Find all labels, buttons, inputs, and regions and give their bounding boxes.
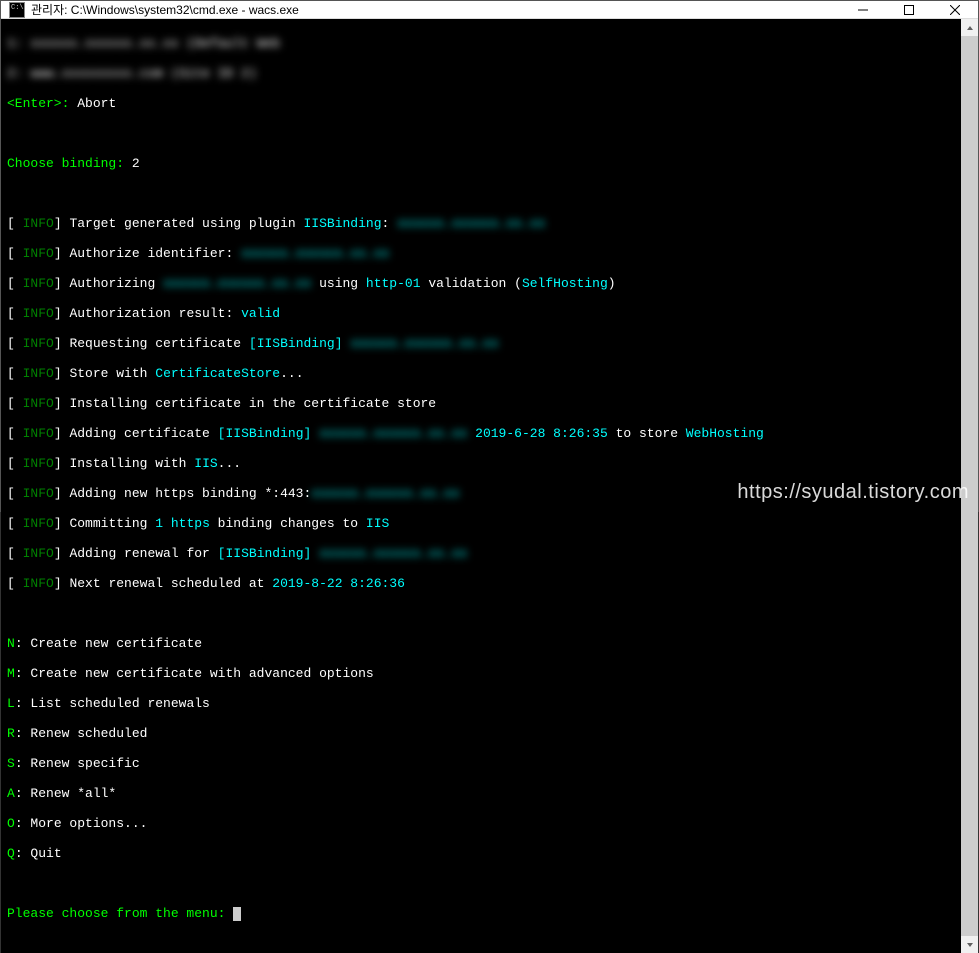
menu-line: A: Renew *all* (7, 786, 955, 801)
menu-line: N: Create new certificate (7, 636, 955, 651)
output-line (7, 606, 955, 621)
output-line: [ INFO] Adding certificate [IISBinding] … (7, 426, 955, 441)
output-line: [ INFO] Next renewal scheduled at 2019-8… (7, 576, 955, 591)
output-line: [ INFO] Store with CertificateStore... (7, 366, 955, 381)
menu-line: M: Create new certificate with advanced … (7, 666, 955, 681)
window-controls (840, 1, 978, 18)
vertical-scrollbar[interactable] (961, 19, 978, 953)
output-line: 1: xxxxxx.xxxxxx.xx.xx (Default Web (7, 36, 955, 51)
menu-line: Q: Quit (7, 846, 955, 861)
output-line: [ INFO] Authorizing xxxxxx.xxxxxx.xx.xx … (7, 276, 955, 291)
maximize-button[interactable] (886, 1, 932, 18)
output-line: Choose binding: 2 (7, 156, 955, 171)
output-line: [ INFO] Adding new https binding *:443:x… (7, 486, 955, 501)
output-line: [ INFO] Authorization result: valid (7, 306, 955, 321)
output-line: [ INFO] Target generated using plugin II… (7, 216, 955, 231)
terminal-area: 1: xxxxxx.xxxxxx.xx.xx (Default Web 2: w… (1, 19, 978, 953)
output-line: <Enter>: Abort (7, 96, 955, 111)
output-line: [ INFO] Committing 1 https binding chang… (7, 516, 955, 531)
titlebar[interactable]: 관리자: C:\Windows\system32\cmd.exe - wacs.… (1, 1, 978, 19)
prompt-line: Please choose from the menu: (7, 906, 955, 921)
output-line: [ INFO] Authorize identifier: xxxxxx.xxx… (7, 246, 955, 261)
cmd-icon (9, 2, 25, 18)
menu-line: L: List scheduled renewals (7, 696, 955, 711)
output-line: [ INFO] Installing certificate in the ce… (7, 396, 955, 411)
output-line: [ INFO] Requesting certificate [IISBindi… (7, 336, 955, 351)
minimize-button[interactable] (840, 1, 886, 18)
output-line: [ INFO] Installing with IIS... (7, 456, 955, 471)
window-title: 관리자: C:\Windows\system32\cmd.exe - wacs.… (31, 1, 840, 18)
output-line: 2: www.xxxxxxxxx.com (Site ID 2) (7, 66, 955, 81)
output-line (7, 186, 955, 201)
menu-line: S: Renew specific (7, 756, 955, 771)
menu-line: R: Renew scheduled (7, 726, 955, 741)
output-line (7, 126, 955, 141)
menu-line: O: More options... (7, 816, 955, 831)
output-line (7, 876, 955, 891)
cursor (233, 907, 241, 921)
cmd-window: 관리자: C:\Windows\system32\cmd.exe - wacs.… (0, 0, 979, 512)
terminal-output[interactable]: 1: xxxxxx.xxxxxx.xx.xx (Default Web 2: w… (1, 19, 961, 953)
scroll-down-button[interactable] (961, 936, 978, 953)
scroll-thumb[interactable] (961, 36, 978, 936)
scroll-up-button[interactable] (961, 19, 978, 36)
output-line: [ INFO] Adding renewal for [IISBinding] … (7, 546, 955, 561)
close-button[interactable] (932, 1, 978, 18)
